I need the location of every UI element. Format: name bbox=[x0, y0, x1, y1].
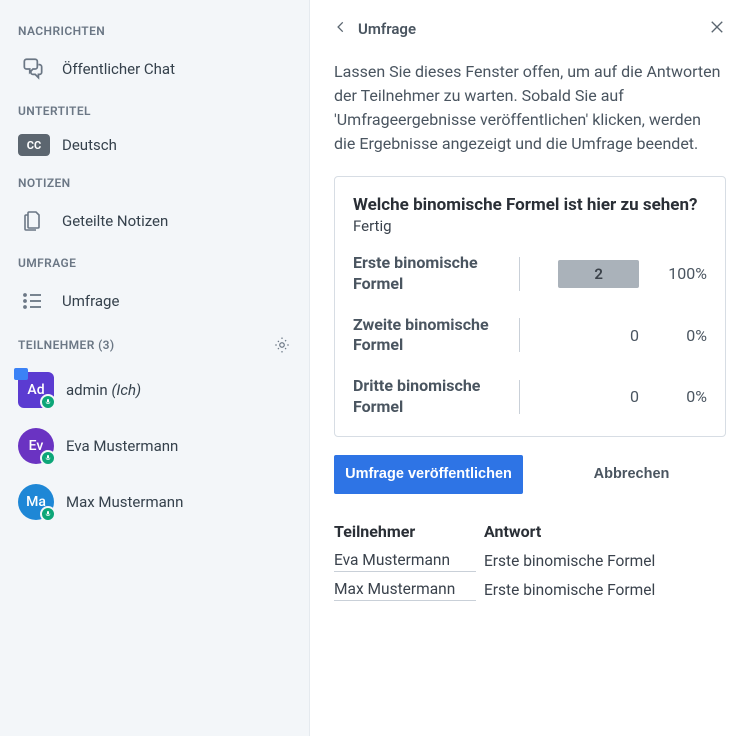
response-name: Max Mustermann bbox=[334, 580, 476, 601]
hdr-answer: Antwort bbox=[484, 522, 541, 541]
poll-question: Welche binomische Formel ist hier zu seh… bbox=[353, 195, 707, 215]
separator bbox=[519, 318, 520, 352]
result-label: Erste binomische Formel bbox=[353, 253, 513, 295]
participant-item[interactable]: Ev Eva Mustermann bbox=[0, 418, 309, 474]
poll-results-box: Welche binomische Formel ist hier zu seh… bbox=[334, 176, 726, 437]
chat-icon bbox=[18, 54, 48, 84]
panel-title: Umfrage bbox=[358, 20, 416, 38]
participant-item[interactable]: Ma Max Mustermann bbox=[0, 474, 309, 530]
button-row: Umfrage veröffentlichen Abbrechen bbox=[334, 455, 726, 494]
list-icon bbox=[18, 286, 48, 316]
hdr-participant: Teilnehmer bbox=[334, 522, 484, 541]
section-header-poll: UMFRAGE bbox=[0, 244, 309, 278]
chat-label: Öffentlicher Chat bbox=[62, 60, 175, 78]
section-header-participants: TEILNEHMER (3) bbox=[0, 324, 309, 362]
sidebar-item-public-chat[interactable]: Öffentlicher Chat bbox=[0, 46, 309, 92]
responses-header: Teilnehmer Antwort bbox=[334, 522, 726, 541]
cc-icon: CC bbox=[18, 134, 50, 156]
panel-intro-text: Lassen Sie dieses Fenster offen, um auf … bbox=[334, 60, 726, 156]
separator bbox=[519, 380, 520, 414]
sidebar-item-poll[interactable]: Umfrage bbox=[0, 278, 309, 324]
separator bbox=[519, 257, 520, 291]
section-header-notes: NOTIZEN bbox=[0, 164, 309, 198]
response-answer: Erste binomische Formel bbox=[484, 552, 655, 570]
response-answer: Erste binomische Formel bbox=[484, 581, 655, 599]
panel-header: Umfrage bbox=[334, 18, 726, 40]
section-header-messages: NACHRICHTEN bbox=[0, 12, 309, 46]
poll-result-row: Dritte binomische Formel 0 0% bbox=[353, 376, 707, 418]
result-count: 0 bbox=[599, 326, 639, 345]
cancel-button[interactable]: Abbrechen bbox=[537, 455, 726, 494]
poll-result-row: Erste binomische Formel 2 100% bbox=[353, 253, 707, 295]
result-percent: 0% bbox=[659, 326, 707, 345]
sidebar-item-subtitles[interactable]: CC Deutsch bbox=[0, 126, 309, 164]
response-row: Eva Mustermann Erste binomische Formel bbox=[334, 547, 726, 576]
result-label: Dritte binomische Formel bbox=[353, 376, 513, 418]
result-percent: 0% bbox=[659, 387, 707, 406]
mic-icon bbox=[40, 394, 56, 410]
mic-icon bbox=[40, 450, 56, 466]
avatar: Ev bbox=[18, 428, 54, 464]
result-count: 2 bbox=[558, 260, 639, 288]
response-name: Eva Mustermann bbox=[334, 551, 476, 572]
poll-result-row: Zweite binomische Formel 0 0% bbox=[353, 315, 707, 357]
avatar: Ad bbox=[18, 372, 54, 408]
subtitle-language: Deutsch bbox=[62, 136, 117, 154]
poll-label: Umfrage bbox=[62, 292, 119, 310]
result-count: 0 bbox=[599, 387, 639, 406]
section-header-subtitles: UNTERTITEL bbox=[0, 92, 309, 126]
document-icon bbox=[18, 206, 48, 236]
publish-button[interactable]: Umfrage veröffentlichen bbox=[334, 455, 523, 494]
participant-name: Eva Mustermann bbox=[66, 437, 178, 455]
participant-name: Max Mustermann bbox=[66, 493, 183, 511]
result-label: Zweite binomische Formel bbox=[353, 315, 513, 357]
notes-label: Geteilte Notizen bbox=[62, 212, 168, 230]
avatar: Ma bbox=[18, 484, 54, 520]
participant-item[interactable]: Ad admin (Ich) bbox=[0, 362, 309, 418]
response-row: Max Mustermann Erste binomische Formel bbox=[334, 576, 726, 605]
poll-panel: Umfrage Lassen Sie dieses Fenster offen,… bbox=[310, 0, 750, 736]
sidebar: NACHRICHTEN Öffentlicher Chat UNTERTITEL… bbox=[0, 0, 310, 736]
sidebar-item-notes[interactable]: Geteilte Notizen bbox=[0, 198, 309, 244]
participant-name: admin (Ich) bbox=[66, 381, 141, 399]
mic-icon bbox=[40, 506, 56, 522]
result-percent: 100% bbox=[659, 264, 707, 283]
close-icon[interactable] bbox=[708, 18, 726, 40]
presenter-badge-icon bbox=[14, 368, 28, 380]
poll-status: Fertig bbox=[353, 217, 707, 235]
back-icon[interactable] bbox=[334, 20, 348, 38]
gear-icon[interactable] bbox=[273, 336, 291, 354]
